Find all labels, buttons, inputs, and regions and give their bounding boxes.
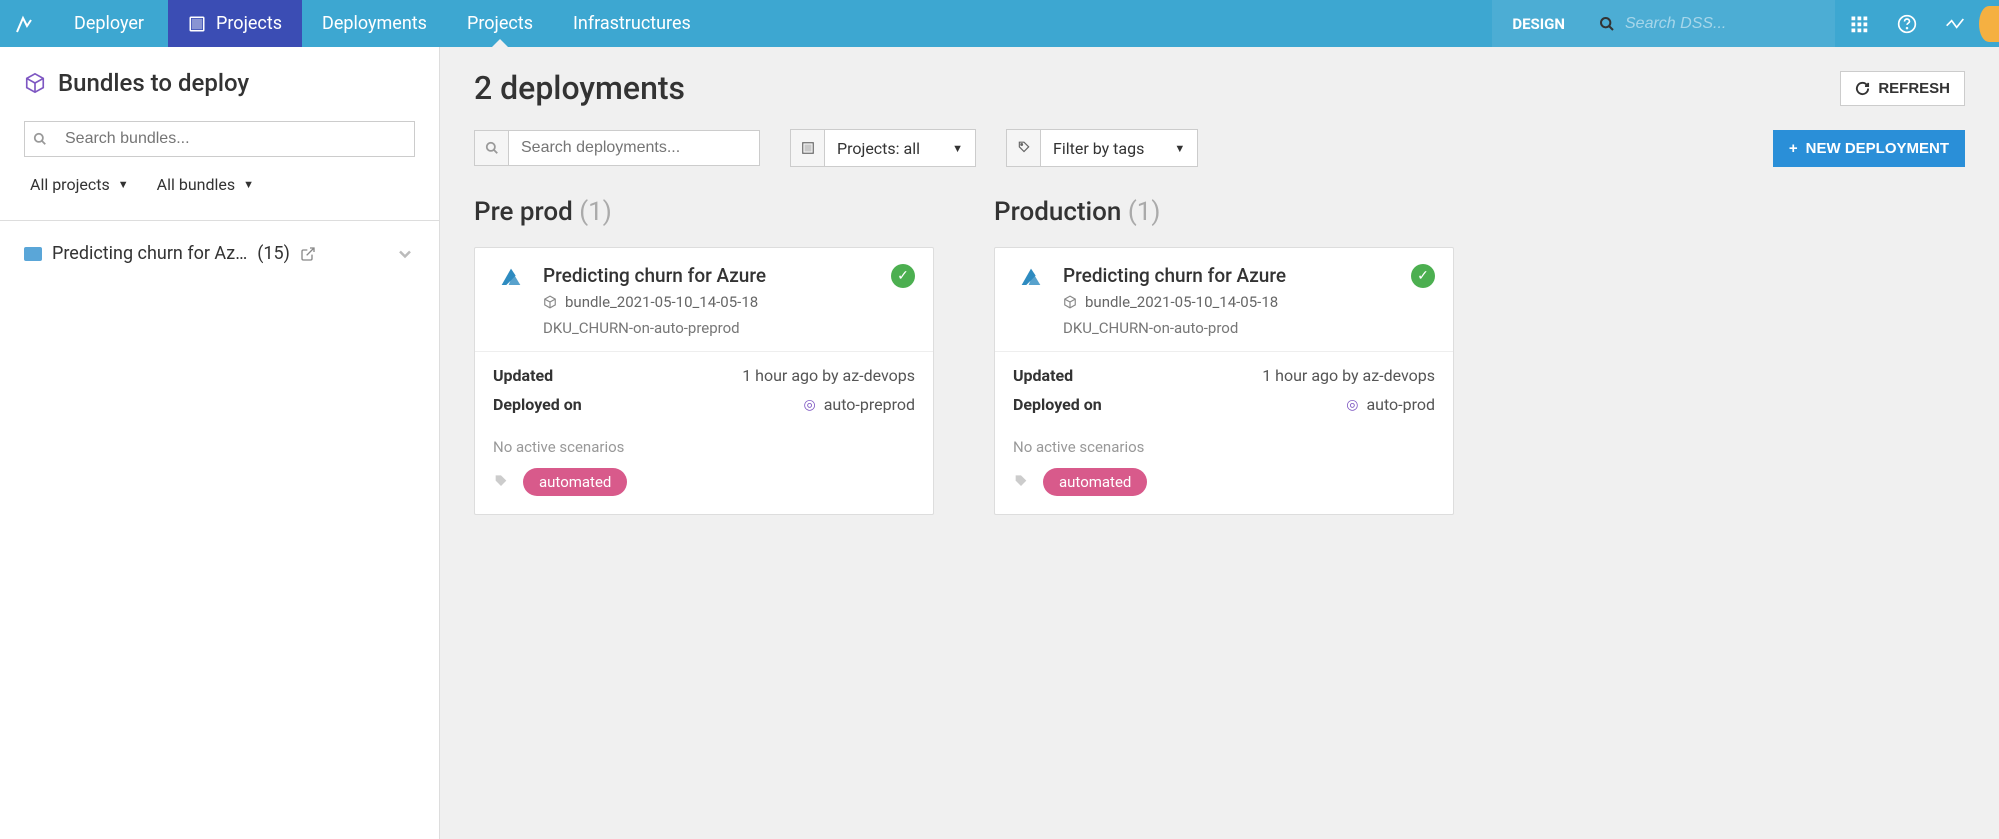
updated-label: Updated — [493, 366, 553, 385]
nav-infrastructures[interactable]: Infrastructures — [553, 0, 711, 47]
global-search-input[interactable] — [1625, 15, 1805, 33]
refresh-icon — [1855, 81, 1870, 96]
global-search[interactable] — [1585, 0, 1835, 47]
target-icon: ◎ — [803, 397, 815, 413]
content-area: 2 deployments REFRESH Projects: all ▼ — [440, 47, 1999, 839]
plus-icon: + — [1789, 140, 1798, 157]
sidebar-search — [24, 121, 415, 157]
env-name: Pre prod — [474, 197, 573, 227]
new-deployment-button[interactable]: + NEW DEPLOYMENT — [1773, 130, 1965, 167]
updated-value: 1 hour ago by az-devops — [742, 366, 915, 385]
tag-icon — [1007, 130, 1041, 166]
chevron-down-icon: ▼ — [1174, 142, 1185, 155]
chevron-down-icon: ▼ — [952, 142, 963, 155]
refresh-button-label: REFRESH — [1878, 80, 1950, 97]
user-avatar[interactable] — [1979, 6, 1999, 42]
card-title: Predicting churn for Azure — [1063, 264, 1397, 287]
search-icon — [25, 132, 55, 146]
tag-pill[interactable]: automated — [523, 468, 627, 496]
sidebar: Bundles to deploy All projects ▼ All bun… — [0, 47, 440, 839]
search-deployments-input[interactable] — [509, 131, 759, 165]
deployed-value: auto-prod — [1366, 395, 1435, 414]
chevron-down-icon: ▼ — [243, 178, 254, 191]
status-success-icon: ✓ — [891, 264, 915, 288]
card-bundle: bundle_2021-05-10_14-05-18 — [565, 293, 758, 311]
filter-projects-label: Projects: all — [837, 139, 920, 158]
env-count: (1) — [579, 197, 612, 227]
bundle-name: Predicting churn for Az… — [52, 243, 247, 264]
activity-icon[interactable] — [1931, 0, 1979, 47]
deployed-value: auto-preprod — [824, 395, 915, 414]
help-icon[interactable] — [1883, 0, 1931, 47]
refresh-button[interactable]: REFRESH — [1840, 71, 1965, 106]
topbar: Deployer Projects Deployments Projects I… — [0, 0, 1999, 47]
card-bundle: bundle_2021-05-10_14-05-18 — [1085, 293, 1278, 311]
deployed-label: Deployed on — [493, 395, 582, 414]
env-column-production: Production (1) Predicting churn for Azur… — [994, 197, 1454, 515]
filter-all-bundles-label: All bundles — [157, 175, 235, 194]
scenario-text: No active scenarios — [475, 428, 933, 468]
dataiku-logo[interactable] — [0, 0, 50, 47]
tag-pill[interactable]: automated — [1043, 468, 1147, 496]
nav-deployments-label: Deployments — [322, 13, 427, 34]
env-title: Production (1) — [994, 197, 1454, 227]
mode-label[interactable]: DESIGN — [1492, 0, 1585, 47]
tag-icon — [1013, 474, 1029, 490]
filter-tags-label: Filter by tags — [1053, 139, 1144, 158]
filter-all-bundles[interactable]: All bundles ▼ — [157, 175, 254, 194]
deployment-card[interactable]: Predicting churn for Azure bundle_2021-0… — [994, 247, 1454, 515]
env-title: Pre prod (1) — [474, 197, 934, 227]
bundle-row[interactable]: Predicting churn for Az… (15) — [0, 221, 439, 286]
search-deployments — [474, 130, 760, 166]
project-icon — [24, 247, 42, 261]
sidebar-title-text: Bundles to deploy — [58, 69, 249, 97]
filter-tags-dropdown[interactable]: Filter by tags ▼ — [1006, 129, 1198, 167]
azure-icon — [1013, 264, 1049, 292]
page-title: 2 deployments — [474, 69, 685, 107]
app-title: Deployer — [50, 0, 168, 47]
env-column-preprod: Pre prod (1) Predicting churn for Azure — [474, 197, 934, 515]
chevron-down-icon[interactable] — [395, 244, 415, 264]
nav-projects-sub-label: Projects — [467, 13, 533, 34]
updated-label: Updated — [1013, 366, 1073, 385]
chevron-down-icon: ▼ — [118, 178, 129, 191]
card-deploy-id: DKU_CHURN-on-auto-preprod — [543, 319, 877, 337]
target-icon: ◎ — [1346, 397, 1358, 413]
deployment-card[interactable]: Predicting churn for Azure bundle_2021-0… — [474, 247, 934, 515]
cube-icon — [1063, 295, 1077, 309]
env-count: (1) — [1128, 197, 1161, 227]
nav-deployments[interactable]: Deployments — [302, 0, 447, 47]
tag-icon — [493, 474, 509, 490]
deployed-label: Deployed on — [1013, 395, 1102, 414]
apps-icon[interactable] — [1835, 0, 1883, 47]
azure-icon — [493, 264, 529, 292]
updated-value: 1 hour ago by az-devops — [1262, 366, 1435, 385]
status-success-icon: ✓ — [1411, 264, 1435, 288]
search-icon — [1599, 16, 1615, 32]
nav-projects-main[interactable]: Projects — [168, 0, 302, 47]
scenario-text: No active scenarios — [995, 428, 1453, 468]
external-link-icon[interactable] — [300, 246, 316, 262]
board-icon — [791, 130, 825, 166]
new-deployment-label: NEW DEPLOYMENT — [1806, 140, 1949, 157]
bundle-count: (15) — [257, 243, 290, 264]
nav-projects-main-label: Projects — [216, 13, 282, 34]
sidebar-title: Bundles to deploy — [24, 69, 415, 97]
nav-infrastructures-label: Infrastructures — [573, 13, 691, 34]
sidebar-search-input[interactable] — [55, 122, 414, 156]
card-title: Predicting churn for Azure — [543, 264, 877, 287]
env-name: Production — [994, 197, 1121, 227]
cube-icon — [543, 295, 557, 309]
filter-projects-dropdown[interactable]: Projects: all ▼ — [790, 129, 976, 167]
card-deploy-id: DKU_CHURN-on-auto-prod — [1063, 319, 1397, 337]
search-icon — [475, 131, 509, 165]
filter-all-projects[interactable]: All projects ▼ — [30, 175, 129, 194]
board-icon — [188, 15, 206, 33]
nav-projects-sub[interactable]: Projects — [447, 0, 553, 47]
filter-all-projects-label: All projects — [30, 175, 110, 194]
cube-icon — [24, 72, 46, 94]
